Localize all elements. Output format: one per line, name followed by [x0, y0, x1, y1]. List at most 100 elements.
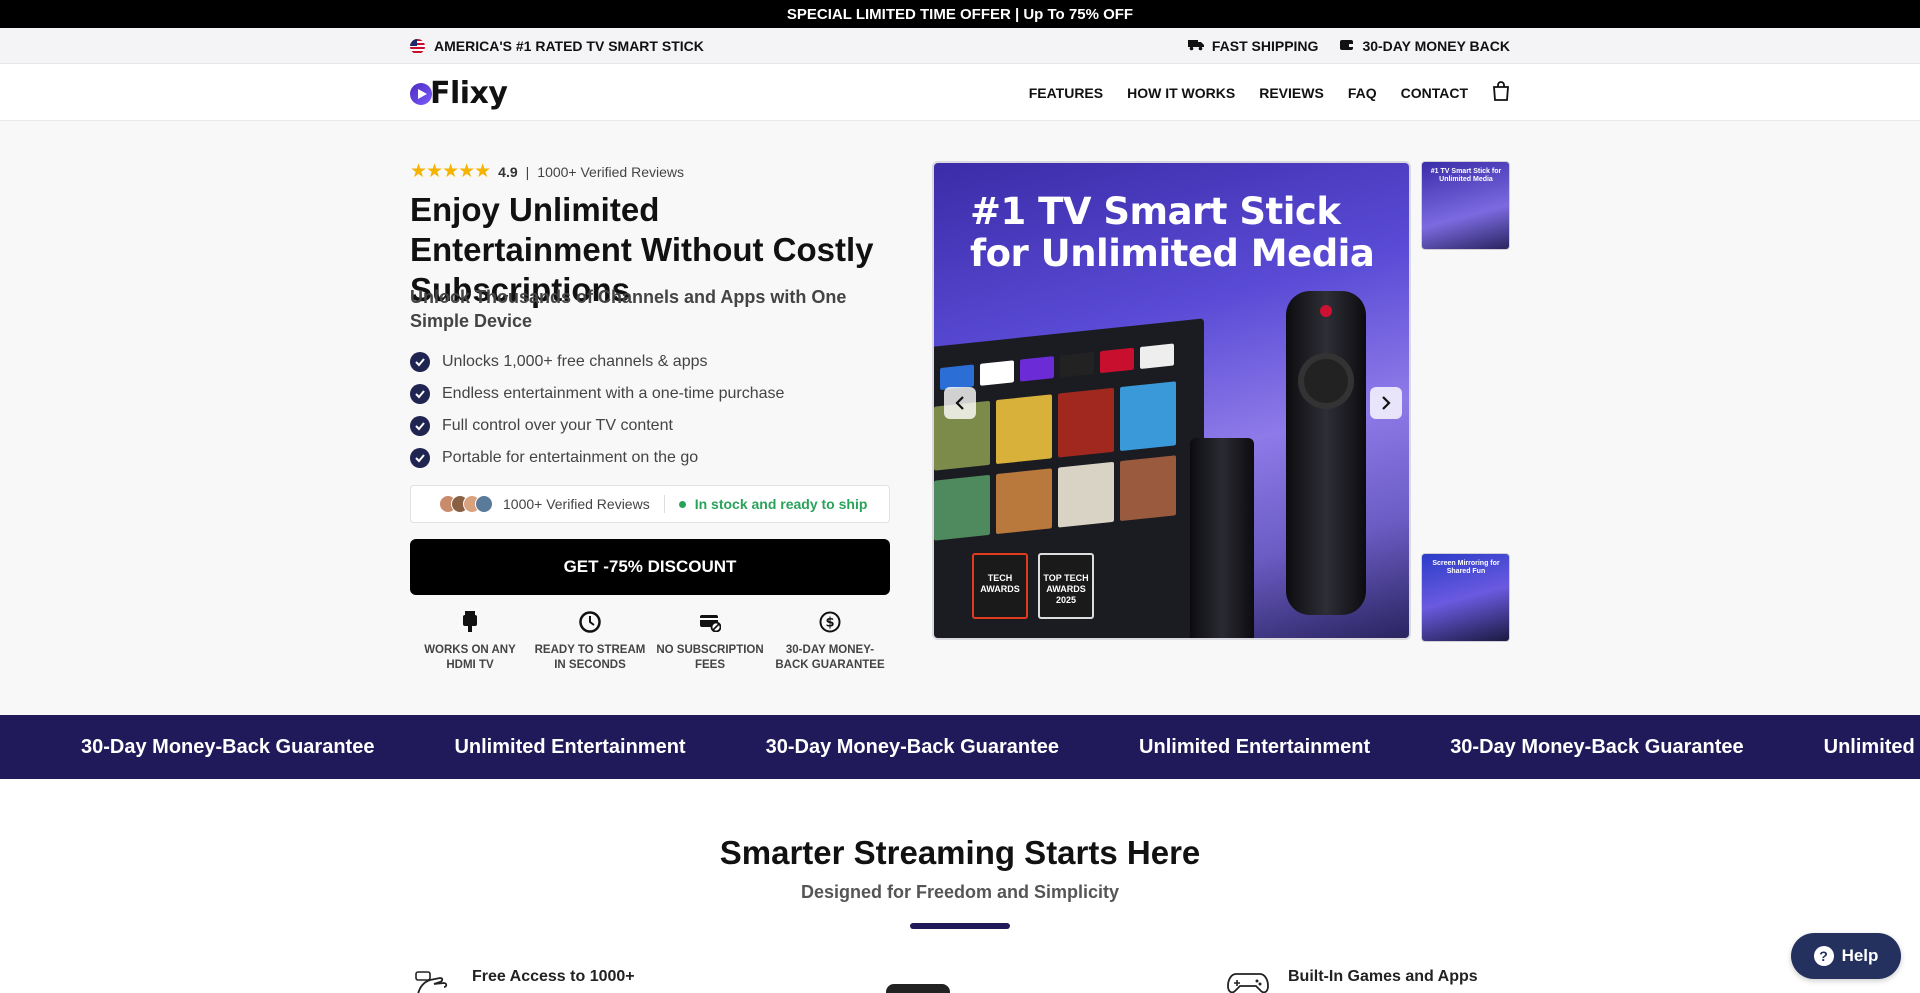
rating-score: 4.9 [498, 163, 518, 180]
power-button-icon [1320, 305, 1332, 317]
award-badge: TECH AWARDS [972, 553, 1028, 619]
feature-label: NO SUBSCRIPTION FEES [656, 644, 764, 671]
benefit-list: Unlocks 1,000+ free channels & apps Endl… [410, 346, 784, 474]
feature-item: NO SUBSCRIPTION FEES [650, 610, 770, 673]
benefit-label: Free Access to 1000+ [472, 968, 635, 985]
stock-box: 1000+ Verified Reviews In stock and read… [410, 485, 890, 523]
status-dot-icon [678, 500, 686, 508]
chevron-right-icon [1382, 396, 1391, 410]
rating-stars-icon: ★★★★★ [410, 161, 491, 182]
feature-label: 30-DAY MONEY-BACK GUARANTEE [775, 644, 885, 671]
us-flag-icon [410, 38, 425, 54]
marquee-item: Unlimited Entertainment [454, 735, 686, 758]
info-bar: AMERICA'S #1 RATED TV SMART STICK FAST S… [0, 28, 1920, 64]
marquee-item: 30-Day Money-Back Guarantee [81, 735, 375, 758]
next-image-button[interactable] [1370, 387, 1402, 419]
marquee-track: 30-Day Money-Back Guarantee Unlimited En… [81, 715, 1920, 779]
promo-text: SPECIAL LIMITED TIME OFFER | Up To 75% O… [786, 5, 1134, 23]
award-badge: TOP TECH AWARDS 2025 [1038, 553, 1094, 619]
hero-subhead: Unlock Thousands of Channels and Apps wi… [410, 287, 847, 331]
stock-reviews: 1000+ Verified Reviews [503, 496, 650, 512]
list-item: Portable for entertainment on the go [410, 442, 784, 474]
marquee-item: 30-Day Money-Back Guarantee [765, 735, 1060, 758]
thumbnail-2[interactable]: Screen Mirroring for Shared Fun [1421, 553, 1510, 642]
remote-illustration [1286, 291, 1366, 615]
app-tile [1020, 356, 1054, 382]
movie-tile [996, 394, 1052, 465]
no-card-icon [698, 610, 722, 634]
nav-reviews[interactable]: REVIEWS [1259, 85, 1324, 101]
section-subtitle: Designed for Freedom and Simplicity [800, 882, 1120, 902]
clock-icon [578, 610, 602, 634]
benefit-item-right: Built-In Games and Apps [1226, 968, 1478, 993]
movie-tile [934, 474, 990, 541]
award-text: TECH AWARDS [980, 573, 1020, 594]
marquee-item: 30-Day Money-Back Guarantee [1450, 735, 1744, 758]
app-tile [1140, 343, 1174, 370]
feature-item: $ 30-DAY MONEY-BACK GUARANTEE [770, 610, 890, 673]
nav-contact[interactable]: CONTACT [1401, 85, 1468, 101]
benefit-text: Portable for entertainment on the go [442, 449, 699, 466]
help-button[interactable]: ? Help [1791, 933, 1901, 979]
moneyback-text: 30-DAY MONEY BACK [1362, 38, 1510, 54]
get-discount-button[interactable]: GET -75% DISCOUNT [410, 539, 890, 595]
shipping-text: FAST SHIPPING [1211, 38, 1319, 54]
feature-row: WORKS ON ANY HDMI TV READY TO STREAM IN … [410, 610, 890, 673]
logo-text: Flixy [430, 76, 508, 111]
stock-status: In stock and ready to ship [694, 496, 868, 512]
thumbnail-title: #1 TV Smart Stick for Unlimited Media [1430, 168, 1502, 183]
product-image-title: #1 TV Smart Stick for Unlimited Media [970, 190, 1375, 275]
check-icon [410, 448, 430, 468]
marquee-item: Unlimited Entertainment [1139, 735, 1371, 758]
wallet-icon [1340, 38, 1355, 54]
app-tile [980, 360, 1014, 386]
nav-features[interactable]: FEATURES [1029, 85, 1103, 101]
check-icon [410, 384, 430, 404]
award-text: TOP TECH AWARDS 2025 [1043, 573, 1089, 605]
logo[interactable]: Flixy [410, 76, 508, 111]
nav-faq[interactable]: FAQ [1348, 85, 1377, 101]
question-icon: ? [1813, 946, 1834, 966]
customer-avatars [439, 495, 493, 513]
dollar-icon: $ [818, 610, 842, 634]
section-title: Smarter Streaming Starts Here [719, 834, 1201, 871]
rating-row: ★★★★★ 4.9 | 1000+ Verified Reviews [410, 160, 684, 183]
truck-icon [1187, 38, 1204, 54]
info-right: FAST SHIPPING 30-DAY MONEY BACK [1187, 28, 1510, 64]
hdmi-icon [458, 610, 482, 634]
section-divider [910, 923, 1010, 929]
nav-how-it-works[interactable]: HOW IT WORKS [1127, 85, 1235, 101]
streaming-stick-illustration [1190, 438, 1254, 638]
check-icon [410, 352, 430, 372]
info-left: AMERICA'S #1 RATED TV SMART STICK [410, 28, 704, 64]
product-main-image: #1 TV Smart Stick for Unlimited Media TE… [932, 161, 1411, 640]
benefit-text: Endless entertainment with a one-time pu… [442, 385, 785, 402]
svg-text:$: $ [825, 616, 834, 631]
nav-menu: FEATURES HOW IT WORKS REVIEWS FAQ CONTAC… [1029, 64, 1510, 121]
prev-image-button[interactable] [944, 387, 976, 419]
list-item: Unlocks 1,000+ free channels & apps [410, 346, 784, 378]
check-icon [410, 416, 430, 436]
play-logo-icon [410, 82, 432, 105]
movie-tile [1120, 381, 1176, 452]
marquee-band: 30-Day Money-Back Guarantee Unlimited En… [0, 715, 1920, 779]
cart-icon[interactable] [1492, 81, 1510, 104]
app-tile [1100, 347, 1134, 374]
main-nav: Flixy FEATURES HOW IT WORKS REVIEWS FAQ … [0, 64, 1920, 121]
rating-reviews: 1000+ Verified Reviews [537, 163, 684, 180]
feature-label: READY TO STREAM IN SECONDS [534, 644, 646, 671]
movie-tile [996, 468, 1052, 535]
avatar [475, 495, 493, 513]
shipping-info: FAST SHIPPING [1187, 38, 1319, 54]
movie-tile [1058, 387, 1114, 458]
divider [663, 495, 665, 513]
moneyback-info: 30-DAY MONEY BACK [1340, 38, 1510, 54]
feature-label: WORKS ON ANY HDMI TV [424, 644, 516, 671]
thumbnail-title: Screen Mirroring for Shared Fun [1432, 560, 1500, 575]
gamepad-icon [1226, 968, 1270, 993]
device-image [886, 984, 950, 993]
hand-tap-icon [414, 968, 454, 993]
thumbnail-1[interactable]: #1 TV Smart Stick for Unlimited Media [1421, 161, 1510, 250]
rating-separator: | [525, 163, 530, 180]
benefit-text: Full control over your TV content [442, 417, 673, 434]
